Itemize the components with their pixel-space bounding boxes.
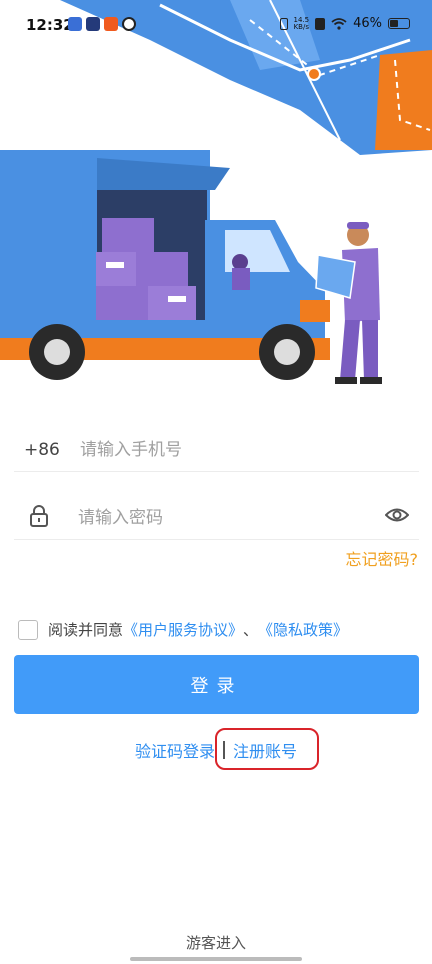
battery-percent: 46% — [353, 16, 382, 31]
battery-icon — [388, 18, 410, 29]
agreement-checkbox[interactable] — [18, 619, 38, 640]
lock-icon — [30, 505, 48, 527]
app-notification-icon — [68, 17, 82, 31]
highlight-ring — [215, 728, 319, 770]
notification-icons — [68, 17, 136, 31]
hero-illustration — [0, 0, 432, 395]
sms-login-link[interactable]: 验证码登录 — [135, 738, 215, 762]
phone-input[interactable] — [80, 434, 400, 466]
user-agreement-link[interactable]: 《用户服务协议》 — [123, 619, 243, 640]
net-speed-unit: KB/s — [293, 22, 309, 31]
shopping-app-icon — [104, 17, 118, 31]
status-right: 14.5 KB/s 46% — [279, 16, 410, 31]
alt-login-links: 验证码登录 注册账号 — [0, 728, 432, 770]
agreement-separator: 、 — [243, 621, 259, 639]
phone-field-row: +86 — [14, 428, 419, 472]
password-input[interactable] — [78, 502, 358, 534]
country-code[interactable]: +86 — [24, 440, 60, 460]
login-button[interactable]: 登录 — [14, 655, 419, 714]
guest-entry-link[interactable]: 游客进入 — [0, 932, 432, 953]
agreement-row: 阅读并同意 《用户服务协议》 、 《隐私政策》 — [18, 619, 348, 640]
privacy-policy-link[interactable]: 《隐私政策》 — [258, 619, 348, 640]
register-wrap: 注册账号 — [215, 728, 319, 770]
sync-icon — [122, 17, 136, 31]
agreement-prefix: 阅读并同意 — [48, 621, 124, 639]
sim-icon — [315, 17, 326, 30]
eye-icon[interactable] — [385, 506, 409, 524]
delivery-truck-illustration — [0, 0, 432, 384]
password-field-row — [14, 494, 419, 540]
wifi-icon — [331, 17, 347, 30]
vibrate-icon — [279, 17, 288, 30]
video-app-icon — [86, 17, 100, 31]
status-bar: 12:32 14.5 KB/s 46% — [0, 0, 432, 52]
net-speed: 14.5 KB/s — [293, 16, 310, 31]
home-indicator[interactable] — [130, 957, 302, 961]
status-time: 12:32 — [26, 16, 74, 34]
battery-fill — [390, 20, 398, 27]
forgot-password-link[interactable]: 忘记密码? — [346, 546, 419, 570]
